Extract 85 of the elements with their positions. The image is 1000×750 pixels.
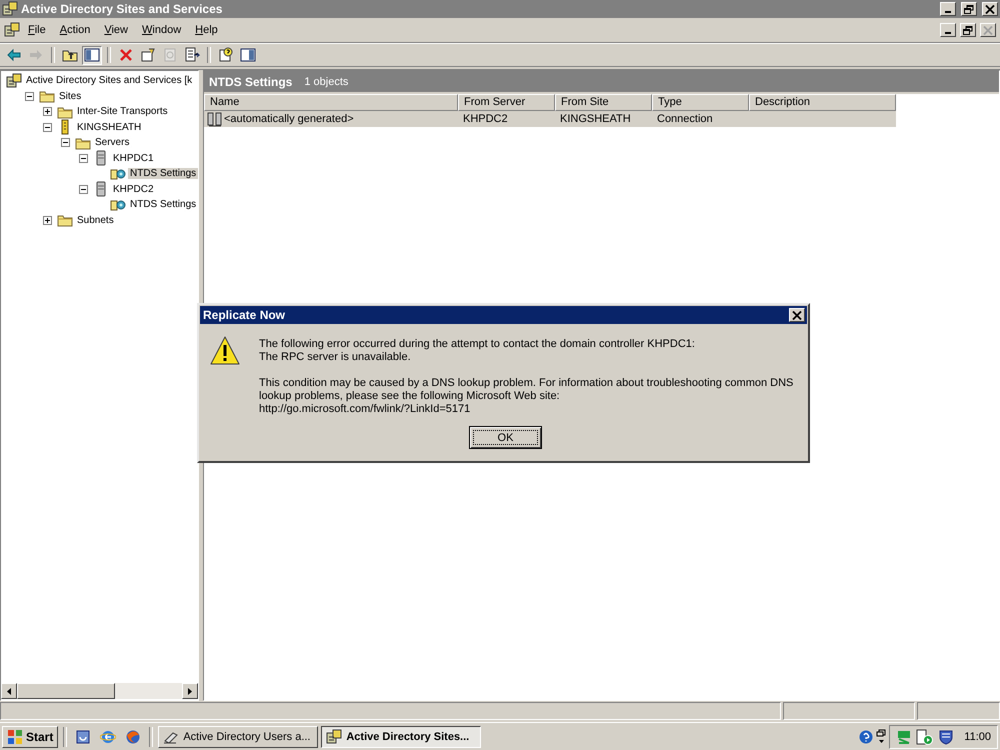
properties-icon [140,47,156,63]
menu-item[interactable]: View [98,22,134,38]
minimize-icon [945,11,951,13]
window-title: Active Directory Sites and Services [21,2,224,16]
action-pane-icon [240,47,256,63]
minimize-button[interactable] [940,2,956,16]
close-icon [983,26,993,34]
taskbar-button[interactable]: Active Directory Sites... [321,726,482,748]
right-arrow-icon[interactable] [188,688,192,694]
error-message: The following error occurred during the attempt to contact the domain controller KHPDC1: The RPC server is unavailable. [259,338,696,364]
ok-button[interactable]: OK [469,426,542,449]
restore-icon [963,26,973,34]
tree-item[interactable]: KHPDC1 [111,152,156,164]
restore-button[interactable] [961,2,977,16]
shield-icon[interactable] [938,728,954,744]
tree-item[interactable]: NTDS Settings [128,199,198,210]
connection-icon [207,112,222,126]
refresh-icon [162,47,178,63]
collapse-icon[interactable] [79,184,88,194]
table-cell: <automatically generated> [224,113,354,125]
close-icon [985,4,995,14]
table-cell: KINGSHEATH [560,113,631,125]
left-arrow-icon[interactable] [7,688,11,694]
dialog-title: Replicate Now [203,308,286,322]
tree-item[interactable]: NTDS Settings [128,168,198,180]
restore-button[interactable] [960,23,976,37]
collapse-icon[interactable] [43,122,52,132]
tree-item[interactable]: KINGSHEATH [75,122,144,133]
restore-icon [964,4,974,14]
tree-item[interactable]: Inter-Site Transports [75,106,170,118]
list-row[interactable]: <automatically generated> KHPDC2 KINGSHEATH Connection [204,111,896,127]
fox-globe-icon[interactable] [125,728,142,744]
export-list-icon [184,47,200,63]
tree-item[interactable]: KHPDC2 [111,184,156,195]
pane-title: NTDS Settings [209,74,292,88]
snap-in-icon [6,72,22,89]
snap-in-icon[interactable] [4,22,20,38]
column-header[interactable]: From Server [458,94,555,111]
close-button[interactable] [980,23,996,37]
browser-icon[interactable] [100,728,116,744]
help-icon [218,47,234,63]
help-icon[interactable] [859,730,874,744]
tree-item[interactable]: Subnets [75,214,116,226]
table-cell: KHPDC2 [463,113,508,125]
restore-icon[interactable] [876,728,886,744]
back-arrow-icon [6,47,22,63]
warning-icon [209,335,241,367]
column-header[interactable]: Name [204,94,458,111]
tree-item[interactable]: Servers [93,137,132,148]
expand-icon[interactable] [43,107,52,116]
column-header[interactable]: From Site [555,94,652,111]
collapse-icon[interactable] [79,154,88,163]
taskbar-button[interactable]: Active Directory Users a... [158,726,318,748]
menu-item[interactable]: Window [136,22,188,38]
tree-pane-icon [84,47,100,63]
collapse-icon[interactable] [25,92,34,101]
close-icon [792,310,802,320]
forward-arrow-icon [28,47,44,63]
server-play-icon[interactable] [916,728,934,744]
expand-icon[interactable] [43,216,52,225]
error-message: This condition may be caused by a DNS lookup problem. For information about troubleshooting common DNS lookup problems, please see the following Microsoft Web site: http://go.microsoft.com/fwlink/?LinkId=5171 [259,377,794,416]
minimize-icon [945,32,951,34]
desktop-icon[interactable] [75,728,92,744]
clock[interactable]: 11:00 [964,730,991,742]
delete-icon [118,47,134,63]
menu-item[interactable]: File [22,22,52,38]
snap-in-icon [326,728,342,744]
menu-item[interactable]: Action [54,22,96,38]
table-cell: Connection [657,113,713,125]
tree-item[interactable]: Active Directory Sites and Services [k [24,75,194,86]
object-count: 1 objects [304,76,348,88]
menu-item[interactable]: Help [189,22,224,38]
horizontal-scrollbar[interactable] [1,683,198,699]
windows-flag-icon [7,728,23,744]
action-pane-button[interactable] [238,46,258,64]
tree-pane-button[interactable] [82,46,102,64]
close-button[interactable] [789,308,805,322]
tree-item[interactable]: Sites [57,90,84,102]
column-header[interactable]: Type [652,94,749,111]
close-button[interactable] [982,2,998,16]
snap-in-icon [2,1,18,17]
start-button[interactable]: Start [2,726,58,748]
minimize-button[interactable] [940,23,956,37]
column-header[interactable]: Description [749,94,896,111]
collapse-icon[interactable] [61,138,70,148]
